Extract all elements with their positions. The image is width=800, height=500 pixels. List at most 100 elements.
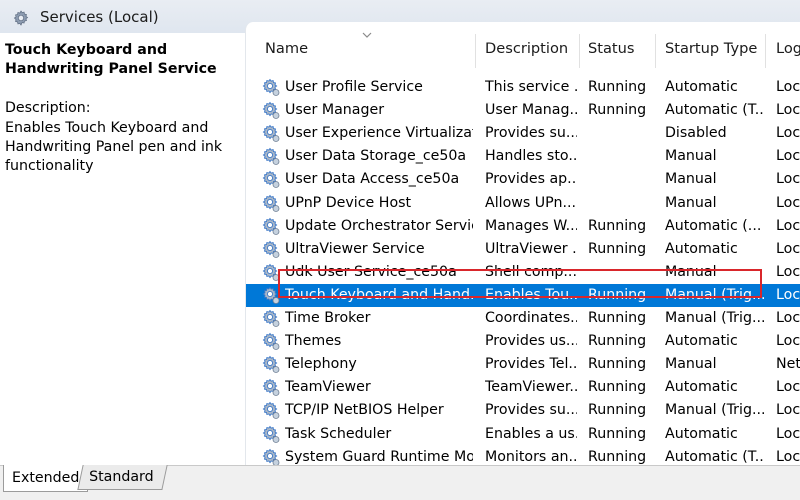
- table-row-selected[interactable]: Touch Keyboard and Hand... Enables Tou...…: [246, 283, 800, 307]
- service-startup-type: Manual (Trig...: [665, 310, 764, 326]
- column-header-status[interactable]: Status: [588, 40, 635, 57]
- table-row[interactable]: Update Orchestrator Service Manages W... R…: [246, 215, 800, 238]
- service-startup-type: Automatic: [665, 79, 738, 95]
- service-log-on-as: Loc: [776, 379, 800, 396]
- service-status: Running: [588, 333, 647, 350]
- column-header-description[interactable]: Description: [485, 40, 568, 57]
- table-row[interactable]: TeamViewer TeamViewer... Running Automatic L…: [246, 376, 800, 399]
- table-row[interactable]: User Profile Service This service ... Runn…: [246, 76, 800, 99]
- tab-standard[interactable]: Standard: [77, 465, 168, 490]
- table-row[interactable]: User Experience Virtualizati... Provides …: [246, 122, 800, 145]
- description-label: Description:: [5, 100, 91, 116]
- service-description: Allows UPn...: [485, 194, 576, 211]
- service-name: User Manager: [285, 102, 385, 119]
- service-log-on-as: Loc: [776, 286, 800, 303]
- column-header-name[interactable]: Name: [265, 40, 308, 57]
- table-row[interactable]: Themes Provides us... Running Automatic Loc: [246, 330, 800, 353]
- service-status: Running: [588, 102, 647, 119]
- table-row[interactable]: User Data Storage_ce50a Handles sto... Man…: [246, 145, 800, 168]
- table-row[interactable]: Telephony Provides Tel... Running Manual Net: [246, 353, 800, 376]
- service-startup-type: Automatic: [665, 333, 738, 350]
- service-description: Provides su...: [485, 125, 577, 142]
- description-pane: Touch Keyboard and Handwriting Panel Ser…: [0, 33, 245, 465]
- service-log-on-as: Loc: [776, 333, 800, 350]
- service-startup-type: Automatic (...: [665, 217, 762, 234]
- service-startup-type: Manual: [665, 194, 717, 211]
- service-startup-type: Manual: [665, 171, 717, 188]
- service-name: UltraViewer Service: [285, 240, 425, 257]
- column-header-startup-type[interactable]: Startup Type: [665, 40, 757, 57]
- column-divider[interactable]: [579, 34, 580, 68]
- column-divider[interactable]: [475, 34, 476, 68]
- service-gear-icon: [262, 217, 280, 235]
- service-startup-type: Manual: [665, 263, 717, 280]
- service-name: User Data Storage_ce50a: [285, 148, 467, 165]
- service-status: Running: [588, 240, 647, 257]
- service-name: TCP/IP NetBIOS Helper: [285, 402, 444, 419]
- table-row[interactable]: UPnP Device Host Allows UPn... Manual Loc: [246, 192, 800, 215]
- service-description: Provides su...: [485, 402, 577, 419]
- column-divider[interactable]: [655, 34, 656, 68]
- column-header-log-on-as[interactable]: Log: [776, 40, 800, 57]
- service-name: System Guard Runtime Mo...: [285, 448, 473, 465]
- table-row[interactable]: Task Scheduler Enables a us... Running Auto…: [246, 423, 800, 446]
- service-name: User Data Access_ce50a: [285, 171, 460, 188]
- service-startup-type: Automatic: [665, 240, 738, 257]
- table-row[interactable]: Udk User Service_ce50a Shell comp... Manua…: [246, 261, 800, 284]
- service-log-on-as: Loc: [776, 102, 800, 119]
- service-name: Telephony: [285, 356, 357, 373]
- sort-chevron-icon[interactable]: [362, 32, 372, 38]
- table-row[interactable]: TCP/IP NetBIOS Helper Provides su... Runni…: [246, 399, 800, 422]
- service-log-on-as: Net: [776, 356, 800, 373]
- service-startup-type: Automatic: [665, 425, 738, 442]
- service-status: Running: [588, 402, 647, 419]
- service-log-on-as: Loc: [776, 171, 800, 188]
- services-gear-icon: [13, 10, 29, 26]
- service-gear-icon: [262, 171, 280, 189]
- service-description: Provides us...: [485, 333, 577, 350]
- services-list-pane: Name Description Status Startup Type Log…: [245, 22, 800, 466]
- service-log-on-as: Loc: [776, 240, 800, 257]
- service-log-on-as: Loc: [776, 425, 800, 442]
- service-log-on-as: Loc: [776, 310, 800, 326]
- table-row[interactable]: UltraViewer Service UltraViewer ... Runnin…: [246, 238, 800, 261]
- service-description: Enables a us...: [485, 425, 577, 442]
- service-log-on-as: Loc: [776, 125, 800, 142]
- service-description: User Manag...: [485, 102, 577, 119]
- service-log-on-as: Loc: [776, 263, 800, 280]
- service-startup-type: Manual (Trig...: [665, 286, 764, 303]
- table-row[interactable]: User Data Access_ce50a Provides ap... Manu…: [246, 168, 800, 191]
- service-name: User Profile Service: [285, 79, 423, 95]
- service-description: Handles sto...: [485, 148, 577, 165]
- service-startup-type: Automatic (T...: [665, 102, 764, 119]
- service-gear-icon: [262, 355, 280, 374]
- tab-extended[interactable]: Extended: [3, 465, 89, 492]
- column-header-row: Name Description Status Startup Type Log: [246, 30, 800, 68]
- service-name: Update Orchestrator Service: [285, 217, 473, 234]
- service-log-on-as: Loc: [776, 148, 800, 165]
- service-gear-icon: [262, 124, 280, 143]
- column-divider[interactable]: [765, 34, 766, 68]
- service-gear-icon: [262, 240, 280, 258]
- service-description: Manages W...: [485, 217, 577, 234]
- service-name: Task Scheduler: [285, 425, 392, 442]
- service-gear-icon: [262, 379, 280, 397]
- selected-service-title: Touch Keyboard and Handwriting Panel Ser…: [5, 42, 217, 77]
- service-gear-icon: [262, 309, 280, 327]
- service-gear-icon: [262, 194, 280, 212]
- view-tabs: Extended Standard: [0, 465, 800, 500]
- service-gear-icon: [262, 425, 280, 443]
- service-log-on-as: Loc: [776, 79, 800, 95]
- description-text: Enables Touch Keyboard and Handwriting P…: [5, 120, 223, 174]
- service-status: Running: [588, 310, 647, 326]
- table-row[interactable]: Time Broker Coordinates... Running Manual (…: [246, 307, 800, 330]
- service-log-on-as: Loc: [776, 217, 800, 234]
- service-name: User Experience Virtualizati...: [285, 125, 473, 142]
- service-name: Themes: [285, 333, 342, 350]
- service-status: Running: [588, 217, 647, 234]
- table-row[interactable]: User Manager User Manag... Running Automati…: [246, 99, 800, 122]
- service-status: Running: [588, 379, 647, 396]
- service-status: Running: [588, 448, 647, 465]
- tab-standard-label: Standard: [89, 469, 154, 485]
- service-description: Coordinates...: [485, 310, 577, 326]
